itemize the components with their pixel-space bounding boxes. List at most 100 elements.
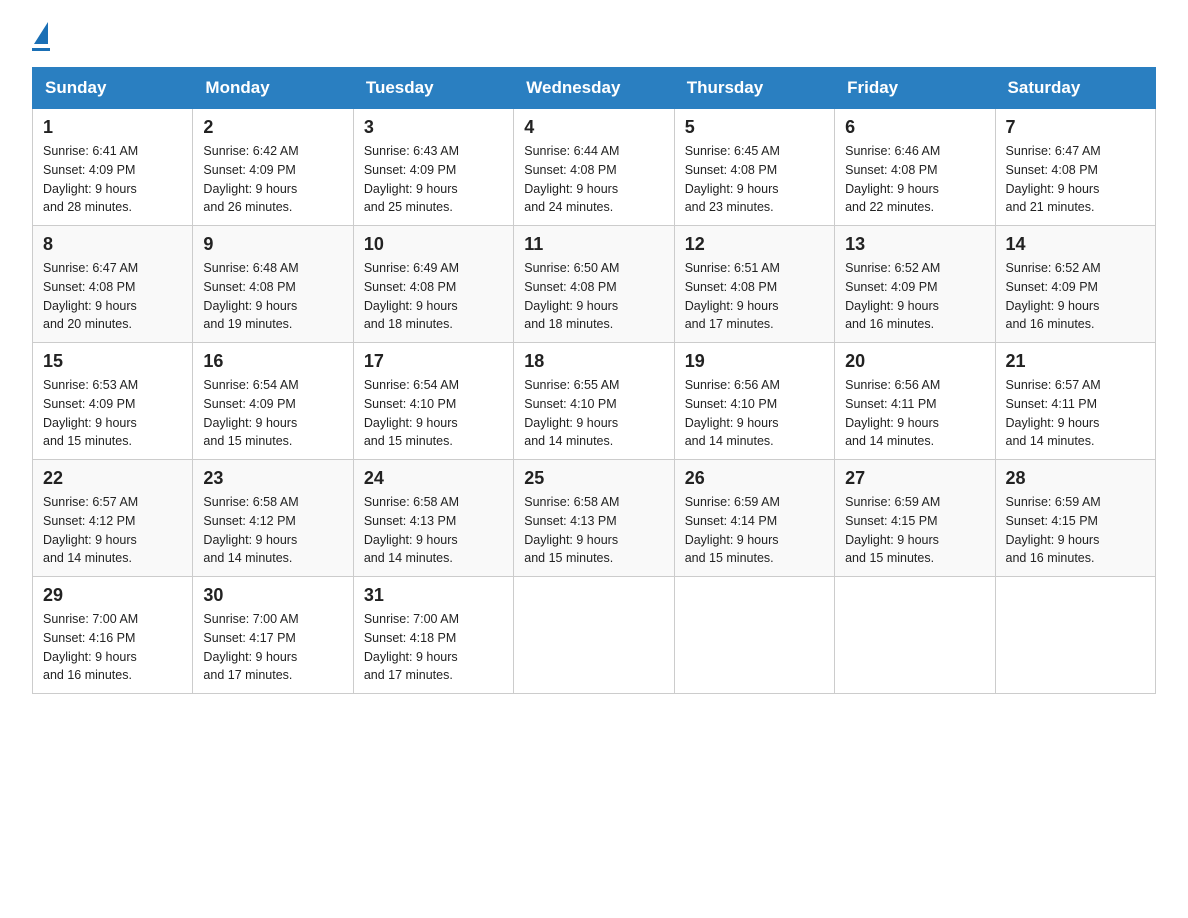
day-number: 14 [1006, 234, 1145, 255]
calendar-cell: 14 Sunrise: 6:52 AMSunset: 4:09 PMDaylig… [995, 226, 1155, 343]
logo-underline [32, 48, 50, 51]
weekday-header-sunday: Sunday [33, 68, 193, 109]
calendar-cell: 9 Sunrise: 6:48 AMSunset: 4:08 PMDayligh… [193, 226, 353, 343]
day-info: Sunrise: 6:50 AMSunset: 4:08 PMDaylight:… [524, 261, 619, 331]
day-number: 17 [364, 351, 503, 372]
calendar-cell: 8 Sunrise: 6:47 AMSunset: 4:08 PMDayligh… [33, 226, 193, 343]
day-number: 31 [364, 585, 503, 606]
calendar-cell: 18 Sunrise: 6:55 AMSunset: 4:10 PMDaylig… [514, 343, 674, 460]
calendar-cell: 7 Sunrise: 6:47 AMSunset: 4:08 PMDayligh… [995, 109, 1155, 226]
day-info: Sunrise: 7:00 AMSunset: 4:18 PMDaylight:… [364, 612, 459, 682]
day-info: Sunrise: 6:52 AMSunset: 4:09 PMDaylight:… [1006, 261, 1101, 331]
day-info: Sunrise: 6:48 AMSunset: 4:08 PMDaylight:… [203, 261, 298, 331]
day-info: Sunrise: 6:58 AMSunset: 4:13 PMDaylight:… [524, 495, 619, 565]
weekday-header-tuesday: Tuesday [353, 68, 513, 109]
day-number: 15 [43, 351, 182, 372]
day-info: Sunrise: 6:51 AMSunset: 4:08 PMDaylight:… [685, 261, 780, 331]
week-row-2: 8 Sunrise: 6:47 AMSunset: 4:08 PMDayligh… [33, 226, 1156, 343]
calendar-cell: 6 Sunrise: 6:46 AMSunset: 4:08 PMDayligh… [835, 109, 995, 226]
calendar-cell: 19 Sunrise: 6:56 AMSunset: 4:10 PMDaylig… [674, 343, 834, 460]
day-info: Sunrise: 6:52 AMSunset: 4:09 PMDaylight:… [845, 261, 940, 331]
weekday-header-thursday: Thursday [674, 68, 834, 109]
week-row-3: 15 Sunrise: 6:53 AMSunset: 4:09 PMDaylig… [33, 343, 1156, 460]
day-info: Sunrise: 7:00 AMSunset: 4:16 PMDaylight:… [43, 612, 138, 682]
day-number: 20 [845, 351, 984, 372]
calendar-cell: 29 Sunrise: 7:00 AMSunset: 4:16 PMDaylig… [33, 577, 193, 694]
day-number: 1 [43, 117, 182, 138]
calendar-cell: 21 Sunrise: 6:57 AMSunset: 4:11 PMDaylig… [995, 343, 1155, 460]
weekday-header-row: SundayMondayTuesdayWednesdayThursdayFrid… [33, 68, 1156, 109]
day-info: Sunrise: 6:54 AMSunset: 4:10 PMDaylight:… [364, 378, 459, 448]
day-info: Sunrise: 6:45 AMSunset: 4:08 PMDaylight:… [685, 144, 780, 214]
day-info: Sunrise: 6:47 AMSunset: 4:08 PMDaylight:… [1006, 144, 1101, 214]
calendar-cell: 25 Sunrise: 6:58 AMSunset: 4:13 PMDaylig… [514, 460, 674, 577]
day-number: 7 [1006, 117, 1145, 138]
calendar-cell: 13 Sunrise: 6:52 AMSunset: 4:09 PMDaylig… [835, 226, 995, 343]
logo-triangle-icon [34, 22, 48, 44]
day-number: 5 [685, 117, 824, 138]
day-number: 28 [1006, 468, 1145, 489]
day-info: Sunrise: 6:43 AMSunset: 4:09 PMDaylight:… [364, 144, 459, 214]
weekday-header-wednesday: Wednesday [514, 68, 674, 109]
page-header [32, 24, 1156, 51]
weekday-header-friday: Friday [835, 68, 995, 109]
day-info: Sunrise: 6:56 AMSunset: 4:11 PMDaylight:… [845, 378, 940, 448]
day-info: Sunrise: 6:57 AMSunset: 4:11 PMDaylight:… [1006, 378, 1101, 448]
day-info: Sunrise: 6:49 AMSunset: 4:08 PMDaylight:… [364, 261, 459, 331]
calendar-cell: 3 Sunrise: 6:43 AMSunset: 4:09 PMDayligh… [353, 109, 513, 226]
day-number: 29 [43, 585, 182, 606]
day-number: 27 [845, 468, 984, 489]
calendar-cell [514, 577, 674, 694]
calendar-cell: 1 Sunrise: 6:41 AMSunset: 4:09 PMDayligh… [33, 109, 193, 226]
calendar-table: SundayMondayTuesdayWednesdayThursdayFrid… [32, 67, 1156, 694]
day-info: Sunrise: 6:58 AMSunset: 4:12 PMDaylight:… [203, 495, 298, 565]
day-number: 2 [203, 117, 342, 138]
calendar-cell: 12 Sunrise: 6:51 AMSunset: 4:08 PMDaylig… [674, 226, 834, 343]
day-number: 13 [845, 234, 984, 255]
day-info: Sunrise: 6:57 AMSunset: 4:12 PMDaylight:… [43, 495, 138, 565]
calendar-cell: 10 Sunrise: 6:49 AMSunset: 4:08 PMDaylig… [353, 226, 513, 343]
day-number: 19 [685, 351, 824, 372]
calendar-cell: 30 Sunrise: 7:00 AMSunset: 4:17 PMDaylig… [193, 577, 353, 694]
day-number: 30 [203, 585, 342, 606]
day-number: 8 [43, 234, 182, 255]
day-info: Sunrise: 6:59 AMSunset: 4:14 PMDaylight:… [685, 495, 780, 565]
day-info: Sunrise: 6:59 AMSunset: 4:15 PMDaylight:… [845, 495, 940, 565]
day-number: 9 [203, 234, 342, 255]
calendar-cell: 11 Sunrise: 6:50 AMSunset: 4:08 PMDaylig… [514, 226, 674, 343]
day-info: Sunrise: 6:42 AMSunset: 4:09 PMDaylight:… [203, 144, 298, 214]
week-row-5: 29 Sunrise: 7:00 AMSunset: 4:16 PMDaylig… [33, 577, 1156, 694]
day-info: Sunrise: 6:55 AMSunset: 4:10 PMDaylight:… [524, 378, 619, 448]
day-number: 25 [524, 468, 663, 489]
day-number: 6 [845, 117, 984, 138]
day-info: Sunrise: 6:53 AMSunset: 4:09 PMDaylight:… [43, 378, 138, 448]
day-info: Sunrise: 6:56 AMSunset: 4:10 PMDaylight:… [685, 378, 780, 448]
day-number: 24 [364, 468, 503, 489]
day-number: 3 [364, 117, 503, 138]
calendar-cell: 23 Sunrise: 6:58 AMSunset: 4:12 PMDaylig… [193, 460, 353, 577]
calendar-cell: 5 Sunrise: 6:45 AMSunset: 4:08 PMDayligh… [674, 109, 834, 226]
calendar-cell: 2 Sunrise: 6:42 AMSunset: 4:09 PMDayligh… [193, 109, 353, 226]
day-number: 16 [203, 351, 342, 372]
day-info: Sunrise: 6:54 AMSunset: 4:09 PMDaylight:… [203, 378, 298, 448]
day-info: Sunrise: 6:59 AMSunset: 4:15 PMDaylight:… [1006, 495, 1101, 565]
calendar-cell: 17 Sunrise: 6:54 AMSunset: 4:10 PMDaylig… [353, 343, 513, 460]
day-number: 10 [364, 234, 503, 255]
week-row-1: 1 Sunrise: 6:41 AMSunset: 4:09 PMDayligh… [33, 109, 1156, 226]
calendar-cell: 26 Sunrise: 6:59 AMSunset: 4:14 PMDaylig… [674, 460, 834, 577]
weekday-header-saturday: Saturday [995, 68, 1155, 109]
calendar-cell [674, 577, 834, 694]
day-number: 22 [43, 468, 182, 489]
calendar-cell: 24 Sunrise: 6:58 AMSunset: 4:13 PMDaylig… [353, 460, 513, 577]
day-info: Sunrise: 6:58 AMSunset: 4:13 PMDaylight:… [364, 495, 459, 565]
day-info: Sunrise: 7:00 AMSunset: 4:17 PMDaylight:… [203, 612, 298, 682]
day-info: Sunrise: 6:47 AMSunset: 4:08 PMDaylight:… [43, 261, 138, 331]
calendar-cell: 28 Sunrise: 6:59 AMSunset: 4:15 PMDaylig… [995, 460, 1155, 577]
calendar-cell [995, 577, 1155, 694]
logo [32, 24, 50, 51]
day-info: Sunrise: 6:41 AMSunset: 4:09 PMDaylight:… [43, 144, 138, 214]
calendar-cell: 15 Sunrise: 6:53 AMSunset: 4:09 PMDaylig… [33, 343, 193, 460]
calendar-cell [835, 577, 995, 694]
calendar-cell: 20 Sunrise: 6:56 AMSunset: 4:11 PMDaylig… [835, 343, 995, 460]
calendar-cell: 27 Sunrise: 6:59 AMSunset: 4:15 PMDaylig… [835, 460, 995, 577]
